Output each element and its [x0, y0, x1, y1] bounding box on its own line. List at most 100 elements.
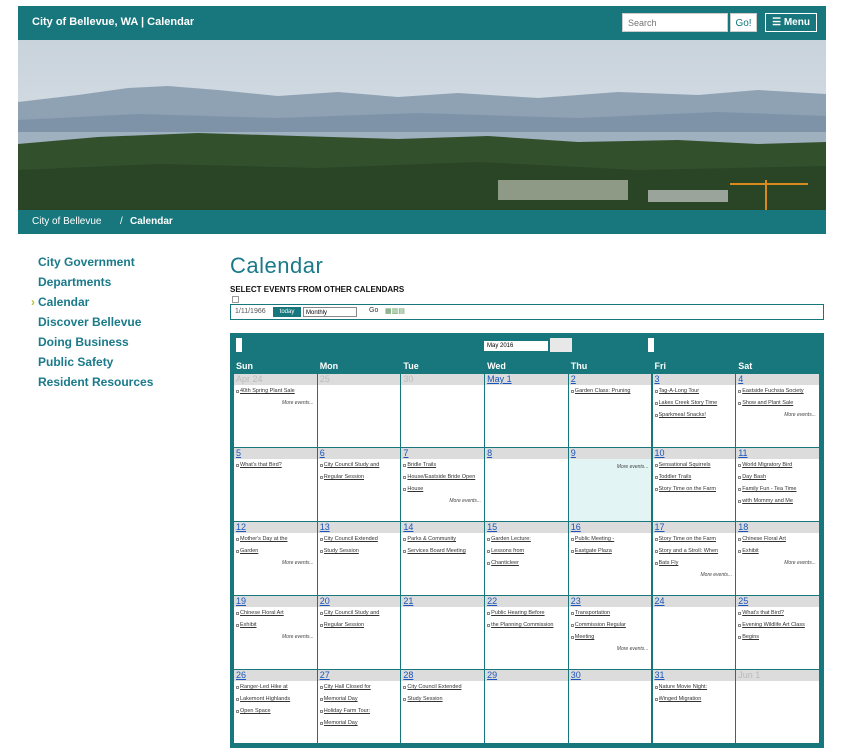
event-link[interactable]: City Council Study and [324, 462, 399, 469]
calendar-day-cell[interactable]: 22 Public Hearing Before the Planning Comm… [485, 596, 568, 669]
day-number-link[interactable]: 4 [738, 374, 743, 385]
event-checkbox-icon[interactable] [654, 488, 658, 491]
calendar-day-cell[interactable]: 21 [401, 596, 485, 669]
event-link[interactable]: Bridle Trails [407, 462, 482, 469]
day-number-link[interactable]: 2 [571, 374, 576, 385]
day-number-link[interactable]: 19 [236, 596, 246, 607]
calendar-day-cell[interactable]: 25 [317, 374, 401, 447]
event-checkbox-icon[interactable] [236, 612, 239, 615]
event-checkbox-icon[interactable] [236, 550, 239, 553]
event-checkbox-icon[interactable] [570, 636, 574, 639]
day-number-link[interactable]: 12 [236, 522, 246, 533]
event-checkbox-icon[interactable] [236, 710, 239, 713]
event-link[interactable]: Lakes Creek Story Time [659, 400, 734, 407]
day-number-link[interactable]: 3 [655, 374, 660, 385]
event-checkbox-icon[interactable] [487, 562, 491, 565]
calendar-day-cell[interactable]: 12 Mother's Day at the Garden More events..… [234, 522, 317, 595]
day-number-link[interactable]: 16 [571, 522, 581, 533]
calendar-day-cell[interactable]: Apr 24 40th Spring Plant Sale More events.… [234, 374, 317, 447]
more-events-link[interactable]: More events... [784, 560, 816, 566]
event-checkbox-icon[interactable] [403, 476, 407, 479]
event-checkbox-icon[interactable] [738, 624, 742, 627]
event-checkbox-icon[interactable] [319, 722, 323, 725]
search-input[interactable] [622, 13, 728, 32]
day-number-link[interactable]: 7 [403, 448, 408, 459]
view-select[interactable]: Monthly [303, 307, 357, 317]
day-number-link[interactable]: 25 [738, 596, 748, 607]
event-checkbox-icon[interactable] [487, 550, 491, 553]
event-link[interactable]: Begins [742, 634, 817, 641]
day-number-link[interactable]: 23 [571, 596, 581, 607]
sidebar-item-doing-business[interactable]: Doing Business [38, 332, 208, 352]
calendar-day-cell[interactable]: 8 [485, 448, 568, 521]
more-events-link[interactable]: More events... [282, 634, 314, 640]
day-number-link[interactable]: 27 [320, 670, 330, 681]
event-checkbox-icon[interactable] [738, 390, 742, 393]
event-link[interactable]: Holiday Farm Tour: [324, 708, 399, 715]
event-link[interactable]: Eastside Fuchsia Society [742, 388, 817, 395]
toolbar-go-button[interactable]: Go [369, 307, 378, 314]
event-link[interactable]: Exhibit [742, 548, 817, 555]
calendar-day-cell[interactable]: Jun 1 [736, 670, 819, 743]
day-number-link[interactable]: 22 [487, 596, 497, 607]
event-link[interactable]: Garden Class: Pruning [575, 388, 650, 395]
more-events-link[interactable]: More events... [617, 464, 649, 470]
day-number-link[interactable]: Jun 1 [738, 670, 760, 681]
event-link[interactable]: Regular Session [324, 622, 399, 629]
date-field[interactable]: 1/11/1966 [235, 308, 266, 315]
day-number-link[interactable]: 15 [487, 522, 497, 533]
calendar-day-cell[interactable]: 27 City Hall Closed for Memorial Day Holida… [317, 670, 401, 743]
event-link[interactable]: Bats Fly [659, 560, 734, 567]
event-checkbox-icon[interactable] [236, 686, 239, 689]
sidebar-item-calendar[interactable]: Calendar [31, 292, 208, 312]
day-number-link[interactable]: 6 [320, 448, 325, 459]
event-checkbox-icon[interactable] [738, 500, 742, 503]
search-go-button[interactable]: Go! [730, 13, 757, 32]
event-checkbox-icon[interactable] [738, 550, 742, 553]
calendar-day-cell[interactable]: 15 Garden Lecture: Lessons from Chanticleer [485, 522, 568, 595]
calendar-day-cell[interactable]: 2 Garden Class: Pruning [568, 374, 652, 447]
event-link[interactable]: Transportation [575, 610, 650, 617]
sidebar-item-resident-resources[interactable]: Resident Resources [38, 372, 208, 392]
event-link[interactable]: Evening Wildlife Art Class [742, 622, 817, 629]
event-link[interactable]: Open Space [240, 708, 315, 715]
more-events-link[interactable]: More events... [282, 560, 314, 566]
event-checkbox-icon[interactable] [403, 464, 407, 467]
event-link[interactable]: Lessons from [491, 548, 566, 555]
event-link[interactable]: Chinese Floral Art [240, 610, 315, 617]
more-events-link[interactable]: More events... [282, 400, 314, 406]
calendar-day-cell[interactable]: 4 Eastside Fuchsia Society Show and Plant … [736, 374, 819, 447]
day-number-link[interactable]: 31 [655, 670, 665, 681]
event-checkbox-icon[interactable] [403, 550, 407, 553]
event-link[interactable]: City Council Extended [324, 536, 399, 543]
day-number-link[interactable]: May 1 [487, 374, 512, 385]
event-link[interactable]: Memorial Day [324, 720, 399, 727]
event-link[interactable]: Story and a Stroll: When [659, 548, 734, 555]
event-checkbox-icon[interactable] [570, 612, 574, 615]
event-link[interactable]: Parks & Community [407, 536, 482, 543]
calendar-day-cell[interactable]: 11 World Migratory Bird Day Bash Family Fun… [736, 448, 819, 521]
event-checkbox-icon[interactable] [403, 488, 407, 491]
day-number-link[interactable]: 14 [403, 522, 413, 533]
day-number-link[interactable]: 28 [403, 670, 413, 681]
day-number-link[interactable]: 9 [571, 448, 576, 459]
calendar-day-cell[interactable]: 7 Bridle Trails House/Eastside Bride Open H… [401, 448, 485, 521]
day-number-link[interactable]: 11 [738, 448, 747, 459]
event-link[interactable]: What's that Bird? [240, 462, 315, 469]
event-link[interactable]: with Mommy and Me [742, 498, 817, 505]
event-link[interactable]: Tag-A-Long Tour [659, 388, 734, 395]
day-number-link[interactable]: 18 [738, 522, 748, 533]
day-number-link[interactable]: 24 [655, 596, 665, 607]
event-link[interactable]: Toddler Trails [659, 474, 734, 481]
event-checkbox-icon[interactable] [738, 538, 742, 541]
event-link[interactable]: Family Fun - Tea Time [742, 486, 817, 493]
calendar-day-cell[interactable]: 23 Transportation Commission Regular Meetin… [568, 596, 652, 669]
event-link[interactable]: Study Session [407, 696, 482, 703]
event-link[interactable]: Day Bash [742, 474, 817, 481]
event-checkbox-icon[interactable] [738, 464, 742, 467]
month-select[interactable]: May 2016 [484, 341, 548, 351]
event-checkbox-icon[interactable] [654, 562, 658, 565]
more-events-link[interactable]: More events... [701, 572, 733, 578]
event-checkbox-icon[interactable] [738, 476, 742, 479]
event-checkbox-icon[interactable] [236, 624, 239, 627]
